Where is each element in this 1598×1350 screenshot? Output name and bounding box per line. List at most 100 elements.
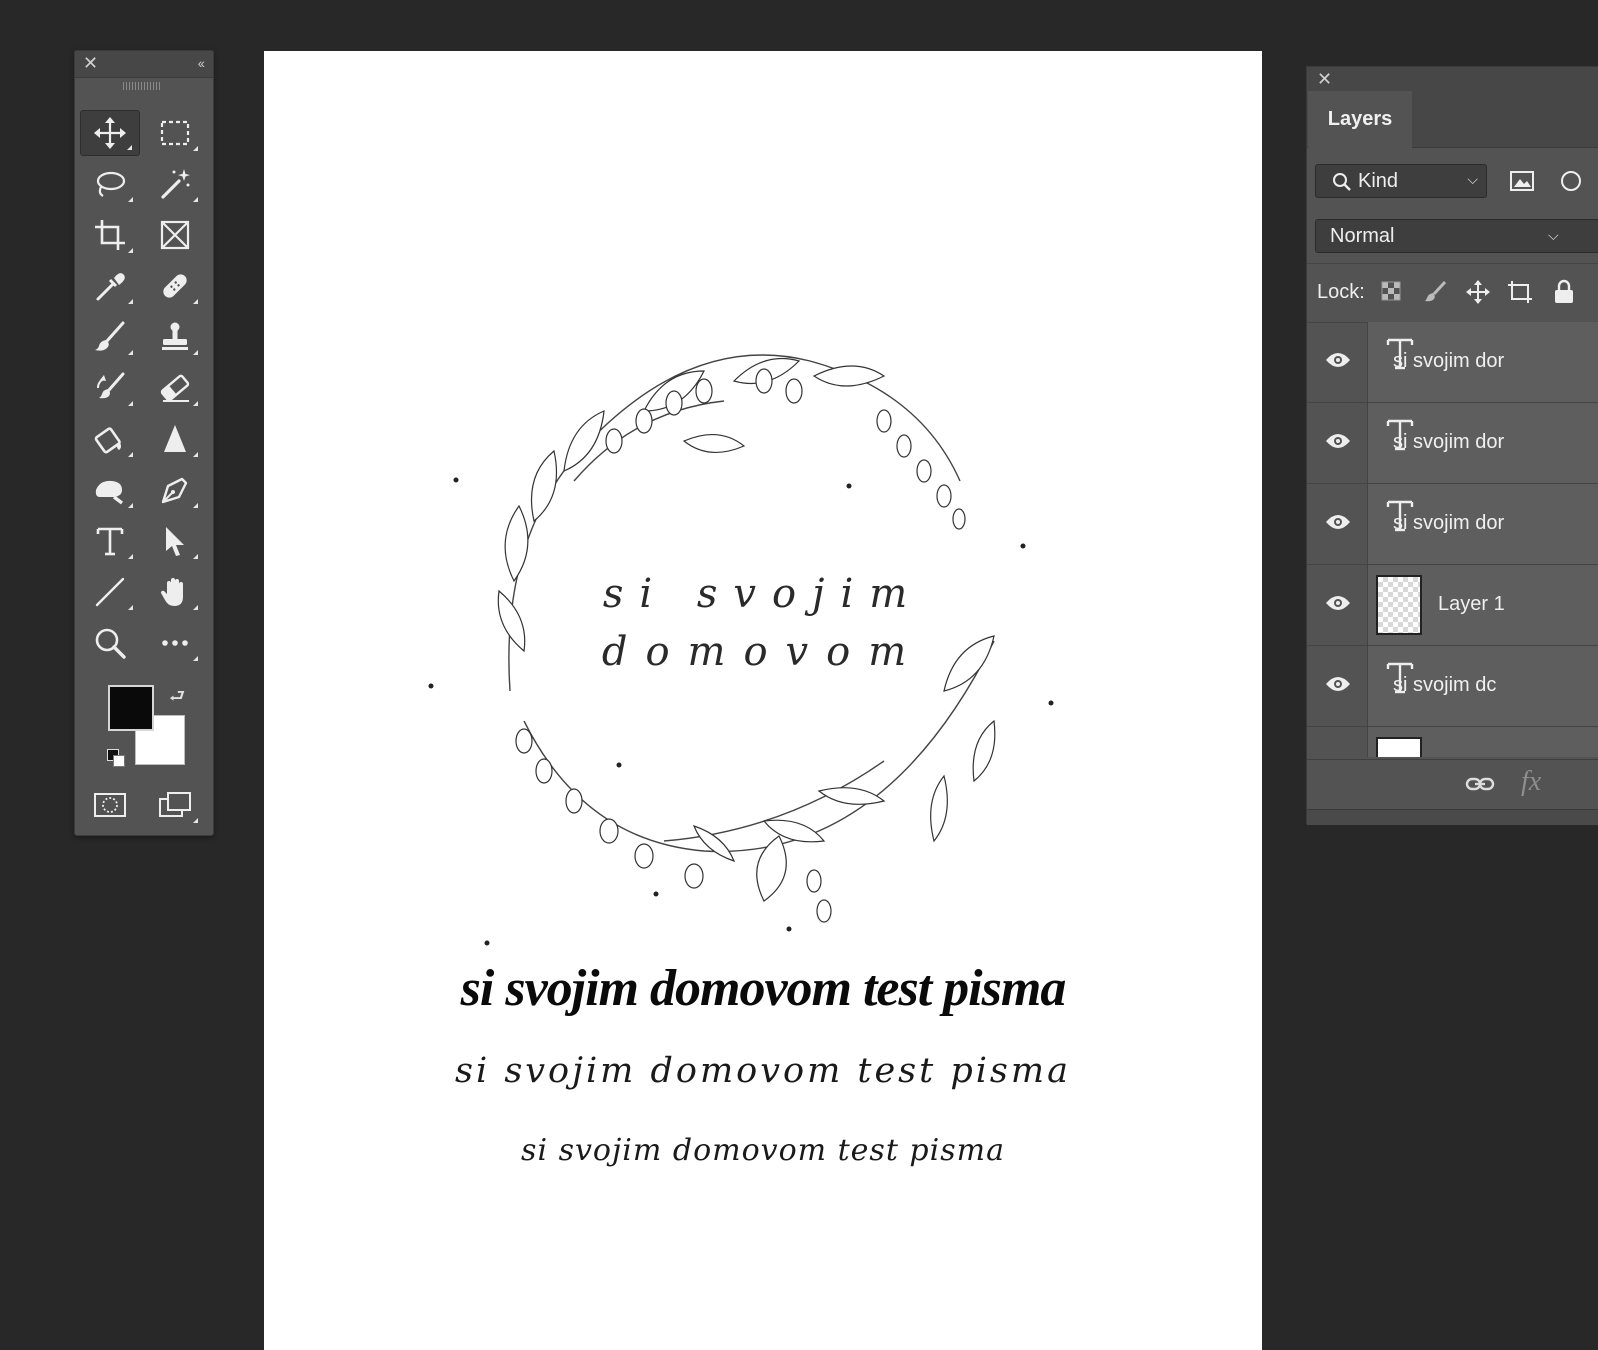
- lasso-tool-icon: [96, 171, 126, 197]
- more-tools[interactable]: [145, 620, 205, 666]
- layer-row[interactable]: si svojim dor: [1307, 322, 1598, 403]
- lasso-tool[interactable]: [80, 161, 140, 207]
- adjustment-layer-filter-icon[interactable]: [1557, 169, 1583, 193]
- move-tool-icon: [94, 117, 126, 149]
- lock-label: Lock:: [1317, 281, 1365, 303]
- lock-transparent-pixels-icon[interactable]: [1379, 279, 1405, 305]
- crop-tool[interactable]: [80, 212, 140, 258]
- zoom-tool-icon: [95, 628, 126, 659]
- search-icon: [1333, 173, 1351, 191]
- blend-mode-value: Normal: [1330, 225, 1395, 247]
- sharpen-tool[interactable]: [145, 416, 205, 462]
- panel-grip[interactable]: [123, 82, 161, 90]
- zoom-tool[interactable]: [80, 620, 140, 666]
- layer-thumbnail: [1376, 575, 1422, 635]
- close-layers-panel-icon[interactable]: ✕: [1317, 69, 1332, 90]
- screen-mode-button[interactable]: [145, 782, 205, 828]
- visibility-eye-icon[interactable]: [1325, 431, 1351, 451]
- frame-tool[interactable]: [145, 212, 205, 258]
- more-tools-icon: [162, 640, 188, 646]
- layer-row[interactable]: si svojim dor: [1307, 484, 1598, 565]
- script-text-line2: si svojim domovom test pisma: [521, 1133, 1005, 1168]
- path-selection-tool-icon: [166, 527, 184, 556]
- eyedropper-tool-icon: [96, 273, 125, 301]
- visibility-eye-icon[interactable]: [1325, 674, 1351, 694]
- layers-panel: ✕ Layers Kind ⌵ Normal ⌵ Lock: si svojim…: [1306, 66, 1598, 825]
- quick-mask-icon: [94, 793, 126, 817]
- layer-row[interactable]: si svojim dc: [1307, 646, 1598, 727]
- swap-colors-icon[interactable]: ⮐: [169, 684, 185, 714]
- move-tool[interactable]: [80, 110, 140, 156]
- healing-brush-tool-icon: [163, 274, 187, 298]
- lock-row: Lock:: [1307, 263, 1598, 323]
- layer-thumbnail: [1376, 737, 1422, 757]
- paint-bucket-tool-icon: [94, 427, 121, 454]
- default-colors-icon[interactable]: [107, 749, 127, 769]
- layer-row-partial[interactable]: [1307, 727, 1598, 757]
- frame-tool-icon: [160, 220, 190, 250]
- layer-name: si svojim dc: [1393, 674, 1497, 696]
- sharpen-tool-icon: [164, 425, 186, 452]
- visibility-eye-icon[interactable]: [1325, 593, 1351, 613]
- layer-style-fx-icon[interactable]: fx: [1521, 766, 1541, 798]
- layer-name: Layer 1: [1438, 593, 1505, 615]
- clone-stamp-tool[interactable]: [145, 314, 205, 360]
- crop-tool-icon: [95, 220, 125, 250]
- blend-mode-select[interactable]: Normal ⌵: [1315, 219, 1598, 253]
- pen-tool[interactable]: [145, 467, 205, 513]
- link-layers-icon[interactable]: [1465, 772, 1495, 796]
- kind-filter-select[interactable]: Kind ⌵: [1315, 164, 1487, 198]
- dodge-tool[interactable]: [80, 467, 140, 513]
- healing-brush-tool[interactable]: [145, 263, 205, 309]
- type-tool[interactable]: [80, 518, 140, 564]
- magic-wand-tool-icon: [161, 169, 190, 199]
- line-tool-icon: [95, 577, 125, 607]
- history-brush-tool[interactable]: [80, 365, 140, 411]
- quick-mask-button[interactable]: [80, 782, 140, 828]
- pixel-layer-filter-icon[interactable]: [1509, 169, 1535, 193]
- line-tool[interactable]: [80, 569, 140, 615]
- close-tools-panel-icon[interactable]: ✕: [83, 54, 98, 72]
- bold-script-text: si svojim domovom test pisma: [460, 960, 1067, 1017]
- chevron-down-icon: ⌵: [1467, 171, 1478, 187]
- chevron-down-icon: ⌵: [1548, 227, 1559, 243]
- lock-artboard-icon[interactable]: [1507, 279, 1533, 305]
- layer-list: si svojim dor si svojim dor si svojim do…: [1307, 322, 1598, 757]
- layers-panel-header[interactable]: [1307, 67, 1598, 91]
- magic-wand-tool[interactable]: [145, 161, 205, 207]
- eraser-tool[interactable]: [145, 365, 205, 411]
- lock-image-pixels-icon[interactable]: [1423, 279, 1449, 305]
- marquee-tool[interactable]: [145, 110, 205, 156]
- brush-tool-icon: [95, 321, 125, 351]
- visibility-eye-icon[interactable]: [1325, 350, 1351, 370]
- collapse-panel-icon[interactable]: ‹‹: [198, 56, 205, 70]
- hand-tool-icon: [160, 578, 183, 606]
- wreath-text-line1: si svojim: [602, 571, 924, 617]
- screen-mode-icon: [159, 792, 191, 817]
- layer-name: si svojim dor: [1393, 431, 1505, 453]
- hand-tool[interactable]: [145, 569, 205, 615]
- tab-layers[interactable]: Layers: [1308, 91, 1412, 148]
- visibility-eye-icon[interactable]: [1325, 512, 1351, 532]
- kind-filter-value: Kind: [1358, 170, 1399, 192]
- layer-thumb-cell: Layer 1: [1367, 565, 1598, 645]
- wreath-text-line2: domovom: [601, 629, 925, 675]
- script-text-line1: si svojim domovom test pisma: [455, 1051, 1071, 1091]
- layer-row[interactable]: Layer 1: [1307, 565, 1598, 646]
- eyedropper-tool[interactable]: [80, 263, 140, 309]
- layer-name: si svojim dor: [1393, 512, 1505, 534]
- layer-thumb-cell: [1367, 727, 1598, 757]
- layer-row[interactable]: si svojim dor: [1307, 403, 1598, 484]
- path-selection-tool[interactable]: [145, 518, 205, 564]
- document-canvas[interactable]: si svojim domovom si svojim domovom test…: [264, 51, 1262, 1350]
- eraser-tool-icon: [160, 374, 190, 402]
- brush-tool[interactable]: [80, 314, 140, 360]
- pen-tool-icon: [161, 477, 188, 504]
- paint-bucket-tool[interactable]: [80, 416, 140, 462]
- lock-position-icon[interactable]: [1465, 279, 1491, 305]
- foreground-color-swatch[interactable]: [108, 685, 154, 731]
- lock-all-icon[interactable]: [1551, 279, 1577, 305]
- layers-panel-bottom-edge: [1307, 809, 1598, 825]
- layers-tab-bar: Layers: [1307, 91, 1598, 148]
- history-brush-tool-icon: [97, 372, 125, 399]
